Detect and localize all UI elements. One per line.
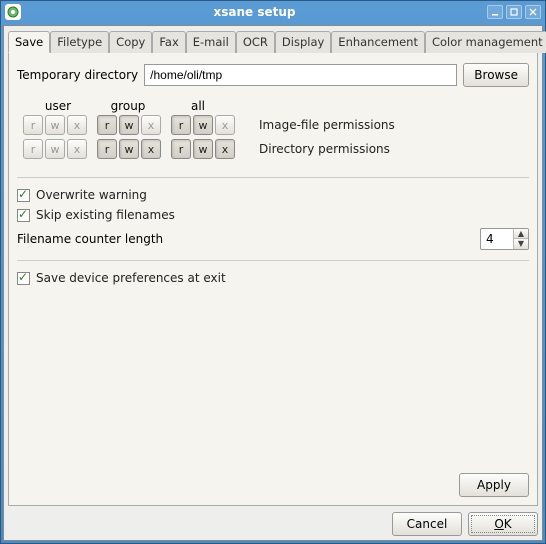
ok-button[interactable]: OK [468, 512, 538, 536]
perm-directory-user-w[interactable]: w [45, 139, 65, 159]
skip-checkrow[interactable]: Skip existing filenames [17, 208, 529, 222]
divider [17, 177, 529, 178]
perm-directory-group-x[interactable]: x [141, 139, 161, 159]
perm-directory-group-w[interactable]: w [119, 139, 139, 159]
savedev-checkrow[interactable]: Save device preferences at exit [17, 271, 529, 285]
perm-row-imagefile: r w x r w x r w x Image-file permission [23, 115, 525, 135]
perm-headers: user group all [23, 99, 525, 113]
perm-directory-all-w[interactable]: w [193, 139, 213, 159]
overwrite-label: Overwrite warning [36, 188, 147, 202]
perm-directory-user-r[interactable]: r [23, 139, 43, 159]
perm-imagefile-group-w[interactable]: w [119, 115, 139, 135]
window-title: xsane setup [25, 5, 484, 19]
maximize-button[interactable] [506, 5, 522, 19]
skip-label: Skip existing filenames [36, 208, 175, 222]
counter-label: Filename counter length [17, 232, 163, 246]
window: xsane setup Save Filetype Copy Fax E-mai… [0, 0, 546, 544]
tabbar: Save Filetype Copy Fax E-mail OCR Displa… [8, 30, 538, 52]
perm-header-user: user [23, 99, 93, 113]
counter-down-button[interactable]: ▼ [514, 239, 528, 249]
counter-row: Filename counter length 4 ▲ ▼ [17, 228, 529, 250]
perm-imagefile-all-r[interactable]: r [171, 115, 191, 135]
divider [17, 260, 529, 261]
perm-directory-group-r[interactable]: r [97, 139, 117, 159]
tempdir-input[interactable] [144, 64, 457, 86]
perm-imagefile-user-r[interactable]: r [23, 115, 43, 135]
permissions-table: user group all r w x r w x [23, 99, 525, 163]
counter-up-button[interactable]: ▲ [514, 229, 528, 239]
skip-checkbox[interactable] [17, 209, 30, 222]
perm-imagefile-user-w[interactable]: w [45, 115, 65, 135]
perm-row-directory: r w x r w x r w x Directory permissions [23, 139, 525, 159]
browse-button[interactable]: Browse [463, 63, 529, 87]
tempdir-label: Temporary directory [17, 68, 138, 82]
client-area: Save Filetype Copy Fax E-mail OCR Displa… [3, 25, 543, 541]
ok-mnemonic: O [494, 517, 503, 531]
cancel-button[interactable]: Cancel [392, 512, 462, 536]
tab-filetype[interactable]: Filetype [50, 31, 109, 53]
perm-directory-label: Directory permissions [259, 142, 390, 156]
perm-directory-all-x[interactable]: x [215, 139, 235, 159]
titlebar: xsane setup [1, 1, 545, 23]
savedev-label: Save device preferences at exit [36, 271, 226, 285]
tab-copy[interactable]: Copy [109, 31, 152, 53]
apply-button[interactable]: Apply [459, 473, 529, 497]
close-button[interactable] [525, 5, 541, 19]
perm-imagefile-group-x[interactable]: x [141, 115, 161, 135]
perm-directory-user-x[interactable]: x [67, 139, 87, 159]
tempdir-row: Temporary directory Browse [17, 63, 529, 87]
tab-enhancement[interactable]: Enhancement [331, 31, 425, 53]
apply-row: Apply [17, 473, 529, 497]
perm-imagefile-group-r[interactable]: r [97, 115, 117, 135]
tab-email[interactable]: E-mail [186, 31, 236, 53]
counter-value[interactable]: 4 [481, 229, 513, 249]
perm-header-all: all [163, 99, 233, 113]
tab-fax[interactable]: Fax [152, 31, 185, 53]
minimize-button[interactable] [487, 5, 503, 19]
perm-imagefile-label: Image-file permissions [259, 118, 395, 132]
tab-display[interactable]: Display [275, 31, 331, 53]
savedev-checkbox[interactable] [17, 272, 30, 285]
perm-imagefile-user-x[interactable]: x [67, 115, 87, 135]
app-icon [5, 4, 21, 20]
tab-ocr[interactable]: OCR [236, 31, 275, 53]
tabpanel-save: Temporary directory Browse user group al… [8, 52, 538, 506]
counter-spinner[interactable]: 4 ▲ ▼ [480, 228, 529, 250]
tab-save[interactable]: Save [8, 31, 50, 53]
dialog-buttons: Cancel OK [8, 512, 538, 536]
overwrite-checkrow[interactable]: Overwrite warning [17, 188, 529, 202]
perm-imagefile-all-x[interactable]: x [215, 115, 235, 135]
overwrite-checkbox[interactable] [17, 189, 30, 202]
tab-colormgmt[interactable]: Color management [425, 31, 546, 53]
perm-header-group: group [93, 99, 163, 113]
perm-directory-all-r[interactable]: r [171, 139, 191, 159]
perm-imagefile-all-w[interactable]: w [193, 115, 213, 135]
